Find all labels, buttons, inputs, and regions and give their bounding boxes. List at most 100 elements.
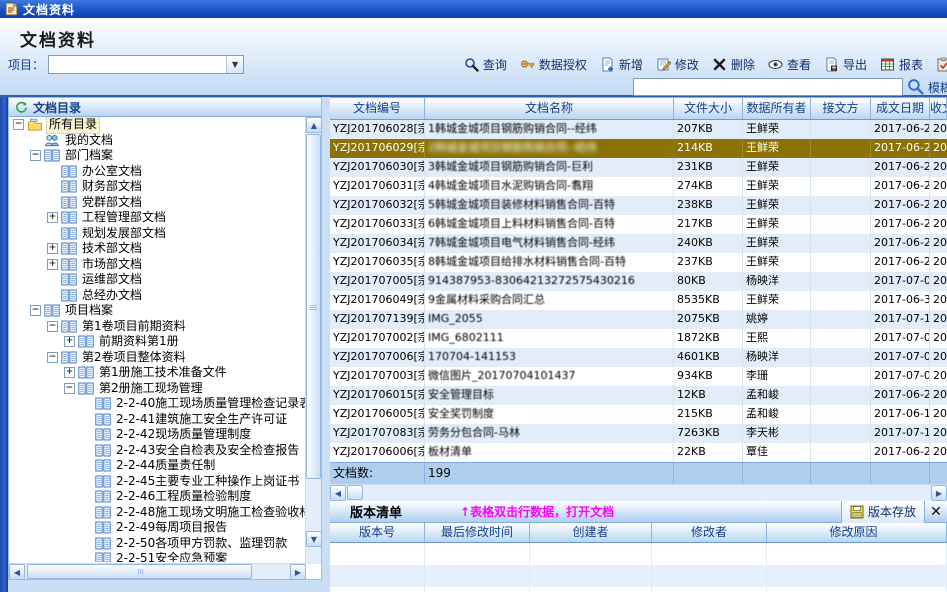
- tree-item[interactable]: − 第2卷项目整体资料: [9, 350, 306, 366]
- tree-item[interactable]: 总经办文档: [9, 288, 306, 304]
- tree-item[interactable]: + 工程管理部文档: [9, 210, 306, 226]
- version-column-modifier[interactable]: 修改者: [652, 523, 767, 542]
- tree-item[interactable]: 2-2-51安全应急预案: [9, 551, 306, 562]
- tree-item[interactable]: 财务部文档: [9, 179, 306, 195]
- version-store-button[interactable]: 版本存放: [841, 501, 925, 523]
- column-header-date[interactable]: 成文日期: [871, 98, 930, 119]
- column-header-code[interactable]: 文档编号: [330, 98, 425, 119]
- table-row[interactable]: YZJ201707005[宗] 914387953-83064213272575…: [330, 272, 947, 291]
- tree-item[interactable]: 2-2-50各项甲方罚款、监理罚款: [9, 536, 306, 552]
- table-row[interactable]: YZJ201707006[宗] 170704-141153 4601KB 杨映洋…: [330, 348, 947, 367]
- close-icon[interactable]: ✕: [925, 501, 947, 523]
- cell-size: 207KB: [674, 120, 743, 139]
- table-row[interactable]: YZJ201706032[宗] 5韩城金城项目装修材料销售合同-百特 238KB…: [330, 196, 947, 215]
- tree-vscrollbar[interactable]: ▲ ▼: [305, 117, 321, 564]
- tree-item[interactable]: 办公室文档: [9, 164, 306, 180]
- tree-item[interactable]: − 第1卷项目前期资料: [9, 319, 306, 335]
- tree-item[interactable]: 2-2-49每周项目报告: [9, 520, 306, 536]
- clipboard-check-icon[interactable]: [931, 55, 947, 74]
- tree-expander-icon[interactable]: −: [64, 383, 75, 394]
- tree-item[interactable]: 2-2-46工程质量检验制度: [9, 489, 306, 505]
- table-row[interactable]: YZJ201706015[宗] 安全管理目标 12KB 孟和峻 2017-06-…: [330, 386, 947, 405]
- table-row[interactable]: YZJ201706049[宗] 9金属材料采购合同汇总 8535KB 王鲜荣 2…: [330, 291, 947, 310]
- column-header-size[interactable]: 文件大小: [674, 98, 743, 119]
- scroll-right-icon[interactable]: ▶: [290, 564, 306, 580]
- table-row[interactable]: YZJ201706028[宗] 1韩城金城项目钢筋购销合同--经纬 207KB …: [330, 120, 947, 139]
- tree-item[interactable]: − 部门档案: [9, 148, 306, 164]
- tree-expander-icon[interactable]: +: [47, 259, 58, 270]
- tree-hscroll-thumb[interactable]: [27, 564, 252, 579]
- version-column-modified-time[interactable]: 最后修改时间: [425, 523, 530, 542]
- tree-hscrollbar[interactable]: ◀ ▶: [9, 563, 306, 579]
- table-row[interactable]: YZJ201706035[宗] 8韩城金城项目给排水材料销售合同-百特 237K…: [330, 253, 947, 272]
- tree-expander-icon[interactable]: +: [64, 367, 75, 378]
- scroll-down-icon[interactable]: ▼: [306, 531, 322, 547]
- tree-expander-icon[interactable]: +: [47, 212, 58, 223]
- tree-item[interactable]: 2-2-42现场质量管理制度: [9, 427, 306, 443]
- column-header-name[interactable]: 文档名称: [425, 98, 674, 119]
- tree-item[interactable]: + 前期资料第1册: [9, 334, 306, 350]
- tree-item[interactable]: 2-2-44质量责任制: [9, 458, 306, 474]
- tree-item[interactable]: + 第1册施工技术准备文件: [9, 365, 306, 381]
- version-column-creator[interactable]: 创建者: [530, 523, 652, 542]
- column-header-receiver[interactable]: 接文方: [811, 98, 871, 119]
- table-row[interactable]: YZJ201706033[宗] 6韩城金城项目上料材料销售合同-百特 217KB…: [330, 215, 947, 234]
- column-header-owner[interactable]: 数据所有者: [743, 98, 811, 119]
- table-row[interactable]: YZJ201706029[宗] 2韩城金城项目钢筋购销合同--经纬 214KB …: [330, 139, 947, 158]
- refresh-icon[interactable]: [15, 101, 28, 114]
- scroll-left-icon[interactable]: ◀: [330, 485, 346, 501]
- chevron-down-icon[interactable]: ▼: [226, 56, 243, 73]
- scroll-left-icon[interactable]: ◀: [9, 564, 25, 580]
- add-button[interactable]: 新增: [595, 54, 648, 75]
- table-row[interactable]: YZJ201707002[宗] IMG_6802111 1872KB 王熙 20…: [330, 329, 947, 348]
- export-button[interactable]: 导出: [819, 54, 872, 75]
- tree-item[interactable]: + 市场部文档: [9, 257, 306, 273]
- tree-item[interactable]: 规划发展部文档: [9, 226, 306, 242]
- delete-button[interactable]: 删除: [707, 54, 760, 75]
- table-row[interactable]: YZJ201707003[宗] 微信图片_20170704101437 934K…: [330, 367, 947, 386]
- tree-item[interactable]: − 所有目录: [9, 117, 306, 133]
- tree-expander-icon[interactable]: −: [30, 150, 41, 161]
- tree-item[interactable]: − 项目档案: [9, 303, 306, 319]
- tree-expander-icon[interactable]: −: [30, 305, 41, 316]
- table-row[interactable]: YZJ201706005[宗] 安全奖罚制度 215KB 孟和峻 2017-06…: [330, 405, 947, 424]
- tree-item[interactable]: 2-2-45主要专业工种操作上岗证书 （: [9, 474, 306, 490]
- tree-item[interactable]: 2-2-48施工现场文明施工检查验收材: [9, 505, 306, 521]
- version-column-reason[interactable]: 修改原因: [767, 523, 947, 542]
- table-row[interactable]: YZJ201707139[宗] IMG_2055 2075KB 姚婷 2017-…: [330, 310, 947, 329]
- tree-expander-icon[interactable]: −: [13, 119, 24, 130]
- scroll-right-icon[interactable]: ▶: [931, 485, 947, 501]
- tree-item[interactable]: 运维部文档: [9, 272, 306, 288]
- report-button[interactable]: 报表: [875, 54, 928, 75]
- project-combobox[interactable]: ▼: [48, 55, 244, 74]
- view-button[interactable]: 查看: [763, 54, 816, 75]
- tree-item[interactable]: − 第2册施工现场管理: [9, 381, 306, 397]
- quick-search-input[interactable]: [633, 78, 903, 96]
- tree-item[interactable]: 党群部文档: [9, 195, 306, 211]
- query-button[interactable]: 查询: [459, 54, 512, 75]
- tree-item[interactable]: 2-2-43安全自检表及安全检查报告: [9, 443, 306, 459]
- table-hscroll-thumb[interactable]: [347, 485, 363, 500]
- tree-item[interactable]: 2-2-41建筑施工安全生产许可证: [9, 412, 306, 428]
- data-authorize-button[interactable]: 数据授权: [515, 54, 592, 75]
- scroll-up-icon[interactable]: ▲: [306, 117, 322, 133]
- table-row[interactable]: YZJ201706006[宗] 板材清单 22KB 覃佳 2017-06-20 …: [330, 443, 947, 462]
- version-column-number[interactable]: 版本号: [330, 523, 425, 542]
- cell-size: 237KB: [674, 253, 743, 272]
- table-hscrollbar[interactable]: ◀ ▶: [330, 484, 947, 501]
- table-row[interactable]: YZJ201706030[宗] 3韩城金城项目钢筋购销合同-巨利 231KB 王…: [330, 158, 947, 177]
- table-row[interactable]: YZJ201707083[宗] 劳务分包合同-马林 7263KB 李天彬 201…: [330, 424, 947, 443]
- tree-expander-icon[interactable]: +: [64, 336, 75, 347]
- table-row[interactable]: YZJ201706031[宗] 4韩城金城项目水泥购销合同-翥翔 274KB 王…: [330, 177, 947, 196]
- tree-vscroll-thumb[interactable]: [306, 134, 321, 479]
- tree-item[interactable]: + 技术部文档: [9, 241, 306, 257]
- tree-item[interactable]: 2-2-40施工现场质量管理检查记录表: [9, 396, 306, 412]
- column-header-received-date[interactable]: 收文日期: [930, 98, 947, 119]
- tree-expander-icon[interactable]: +: [47, 243, 58, 254]
- search-icon[interactable]: [907, 78, 924, 95]
- modify-button[interactable]: 修改: [651, 54, 704, 75]
- tree-expander-icon[interactable]: −: [47, 321, 58, 332]
- tree-expander-icon[interactable]: −: [47, 352, 58, 363]
- table-row[interactable]: YZJ201706034[宗] 7韩城金城项目电气材料销售合同-经纬 240KB…: [330, 234, 947, 253]
- tree-item[interactable]: 我的文档: [9, 133, 306, 149]
